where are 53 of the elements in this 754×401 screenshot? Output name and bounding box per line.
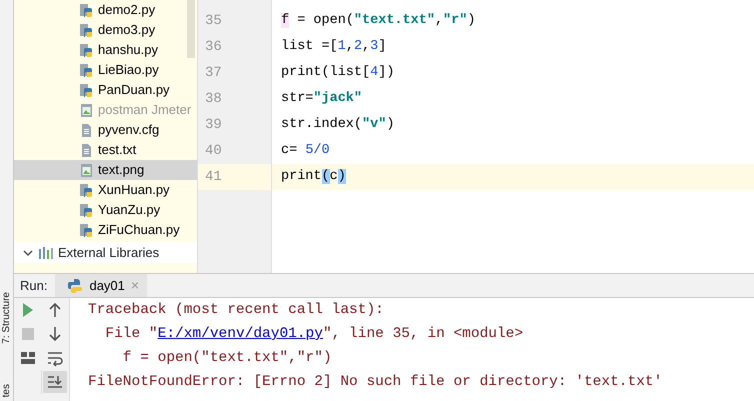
code-line: f = open("text.txt","r") xyxy=(280,12,476,30)
scroll-to-end-icon xyxy=(46,373,64,391)
code-line: print(list[4]) xyxy=(280,64,396,82)
python-file-icon xyxy=(79,42,94,58)
python-file-icon xyxy=(79,82,94,98)
python-file-icon xyxy=(79,182,94,198)
scroll-to-end-button[interactable] xyxy=(43,371,67,393)
console-line: Traceback (most recent call last): xyxy=(88,301,385,320)
line-number: 36 xyxy=(205,39,222,55)
tool-window-label[interactable]: 7: Structure xyxy=(0,292,12,344)
file-tree-item[interactable]: LieBiao.py xyxy=(14,60,197,80)
console-line: FileNotFoundError: [Errno 2] No such file or directory: 'text.txt' xyxy=(88,373,664,392)
text-file-icon xyxy=(79,142,94,158)
console-line: File "E:/xm/venv/day01.py", line 35, in <module> xyxy=(104,325,524,344)
file-tree-item[interactable]: hanshu.py xyxy=(14,40,197,60)
file-tree-item[interactable]: YuanZu.py xyxy=(14,200,197,220)
run-label: Run: xyxy=(19,276,48,295)
line-number: 35 xyxy=(205,13,222,29)
code-line: str.index("v") xyxy=(280,116,396,134)
line-number: 41 xyxy=(205,169,222,185)
python-file-icon xyxy=(79,202,94,218)
python-file-icon xyxy=(79,2,94,18)
code-line: str="jack" xyxy=(280,90,364,108)
line-number: 38 xyxy=(205,91,222,107)
code-line: c= 5/0 xyxy=(280,142,331,160)
file-tree-item[interactable]: PanDuan.py xyxy=(14,80,197,100)
python-icon xyxy=(67,278,84,294)
line-number: 40 xyxy=(205,143,222,159)
image-file-icon xyxy=(79,162,94,178)
text-file-icon xyxy=(79,122,94,138)
file-tree-item[interactable]: demo2.py xyxy=(14,0,197,20)
scrollbar[interactable] xyxy=(187,0,195,58)
code-line: list =[1,2,3] xyxy=(280,38,388,56)
line-number: 39 xyxy=(205,117,222,133)
tree-folder-item[interactable]: External Libraries xyxy=(14,242,197,263)
image-file-icon xyxy=(79,102,94,118)
file-tree-item[interactable]: test.txt xyxy=(14,140,197,160)
python-file-icon xyxy=(79,62,94,78)
run-tab[interactable]: day01 × xyxy=(55,274,148,297)
library-icon xyxy=(38,246,54,260)
python-file-icon xyxy=(79,22,94,38)
file-tree-item[interactable]: pyvenv.cfg xyxy=(14,120,197,140)
tool-window-label[interactable]: tes xyxy=(0,384,12,397)
file-tree-item[interactable]: ZiFuChuan.py xyxy=(14,220,197,240)
line-number: 37 xyxy=(205,65,222,81)
file-path-link[interactable]: E:/xm/venv/day01.py xyxy=(158,326,323,342)
file-tree-item[interactable]: text.png xyxy=(14,160,197,180)
layout-icon xyxy=(19,349,37,367)
file-tree-item[interactable]: demo3.py xyxy=(14,20,197,40)
stop-icon xyxy=(19,325,37,343)
console-line: f = open("text.txt","r") xyxy=(122,349,333,368)
python-file-icon xyxy=(79,222,94,238)
file-tree-item[interactable]: XunHuan.py xyxy=(14,180,197,200)
